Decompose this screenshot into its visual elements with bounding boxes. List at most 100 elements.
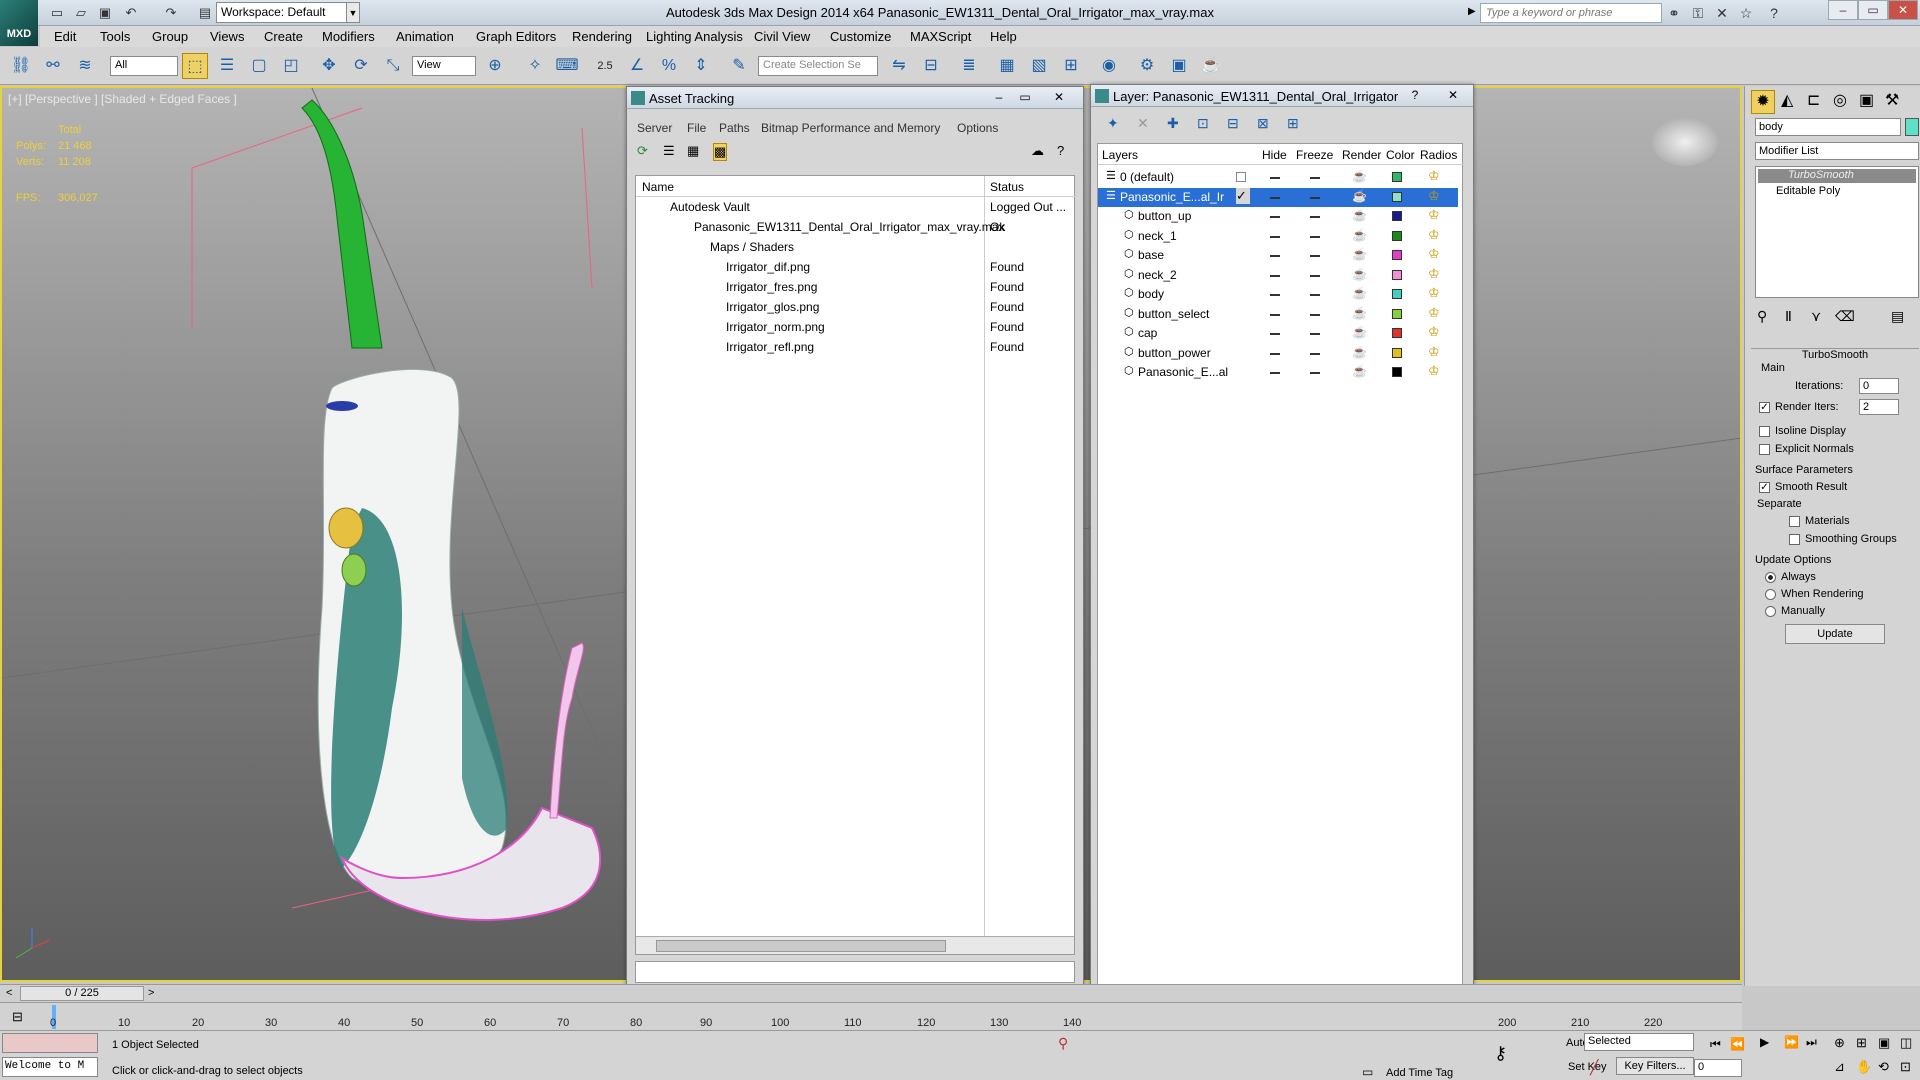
layer-color-swatch[interactable] <box>1392 230 1402 241</box>
key-icon[interactable]: ⚷ <box>1494 1043 1507 1064</box>
list-item[interactable]: Panasonic_EW1311_Dental_Oral_Irrigator_m… <box>694 220 1004 234</box>
smoothing-groups-checkbox[interactable] <box>1789 534 1800 545</box>
close-button[interactable]: ✕ <box>1047 88 1071 106</box>
object-color-swatch[interactable] <box>1905 118 1919 136</box>
goto-end-icon[interactable]: ⏭ <box>1806 1035 1817 1050</box>
configure-sets-icon[interactable]: ▤ <box>1891 308 1904 325</box>
bind-spacewarp-icon[interactable]: ≋ <box>72 53 98 79</box>
subscription-icon[interactable]: ⚿ <box>1688 3 1708 23</box>
freeze-toggle[interactable] <box>1310 372 1320 374</box>
menu-group[interactable]: Group <box>152 29 188 44</box>
render-teapot-icon[interactable]: ☕ <box>1352 364 1367 378</box>
key-filters-button[interactable]: Key Filters... <box>1616 1057 1694 1075</box>
layer-name[interactable]: neck_1 <box>1138 229 1177 243</box>
modifier-stack[interactable]: TurboSmooth Editable Poly <box>1755 166 1919 298</box>
layer-manager-titlebar[interactable]: Layer: Panasonic_EW1311_Dental_Oral_Irri… <box>1091 85 1473 107</box>
rectangular-region-icon[interactable]: ▢ <box>246 53 272 79</box>
layer-row[interactable]: ⬡ neck_1 ☕ ♔ <box>1098 227 1458 246</box>
radiosity-icon[interactable]: ♔ <box>1428 227 1440 243</box>
add-time-tag-icon[interactable]: ▭ <box>1362 1065 1373 1079</box>
asset-menu-options[interactable]: Options <box>957 121 998 135</box>
list-view-icon[interactable]: ☰ <box>663 143 675 159</box>
maxscript-listener-input[interactable]: Welcome to M <box>2 1057 98 1077</box>
select-manipulate-icon[interactable]: ✧ <box>522 53 548 79</box>
current-frame-input[interactable]: 0 <box>1694 1059 1742 1077</box>
layer-name[interactable]: cap <box>1138 326 1157 340</box>
help-icon[interactable]: ? <box>1057 143 1064 158</box>
layer-color-swatch[interactable] <box>1392 172 1402 182</box>
project-folder-icon[interactable]: ▤ <box>196 4 214 22</box>
chevron-left-icon[interactable]: < <box>6 987 12 999</box>
layer-row[interactable]: ⬡ body ☕ ♔ <box>1098 285 1458 304</box>
freeze-toggle[interactable] <box>1310 274 1320 277</box>
column-hide[interactable]: Hide <box>1262 148 1287 162</box>
layer-color-swatch[interactable] <box>1392 347 1402 358</box>
chevron-right-icon[interactable]: ▶ <box>1468 6 1476 17</box>
set-key-button[interactable]: Set Key <box>1568 1061 1607 1073</box>
layer-color-swatch[interactable] <box>1392 367 1402 377</box>
named-selection-set-input[interactable]: Create Selection Se <box>758 56 878 76</box>
menu-views[interactable]: Views <box>210 29 244 44</box>
layer-row[interactable]: ☰ Panasonic_E...al_Ir ✓ ☕ ♔ <box>1098 187 1458 207</box>
asset-menu-file[interactable]: File <box>687 121 706 135</box>
render-teapot-icon[interactable]: ☕ <box>1352 208 1367 222</box>
freeze-toggle[interactable] <box>1310 177 1320 179</box>
materials-checkbox[interactable] <box>1789 516 1800 527</box>
render-teapot-icon[interactable]: ☕ <box>1352 228 1367 242</box>
freeze-toggle[interactable] <box>1310 196 1320 199</box>
layer-row[interactable]: ⬡ cap ☕ ♔ <box>1098 324 1458 343</box>
close-button[interactable]: ✕ <box>1888 0 1918 20</box>
freeze-all-icon[interactable]: ⊞ <box>1287 115 1299 132</box>
column-name[interactable]: Name <box>642 180 674 194</box>
render-teapot-icon[interactable]: ☕ <box>1352 247 1367 261</box>
maximize-viewport-icon[interactable]: ⊡ <box>1900 1059 1911 1075</box>
layer-color-swatch[interactable] <box>1392 211 1402 221</box>
layer-name[interactable]: button_select <box>1138 307 1209 321</box>
render-iters-spinner[interactable]: 2 <box>1859 399 1899 415</box>
selection-filter-select[interactable]: All <box>110 56 178 76</box>
layer-name[interactable]: Panasonic_E...al_Ir <box>1120 190 1224 204</box>
delete-layer-icon[interactable]: ✕ <box>1137 115 1149 132</box>
radiosity-icon[interactable]: ♔ <box>1428 285 1440 301</box>
modifier-list-select[interactable]: Modifier List <box>1755 142 1919 160</box>
hide-toggle[interactable] <box>1270 177 1280 179</box>
hide-toggle[interactable] <box>1270 235 1280 238</box>
favorites-star-icon[interactable]: ☆ <box>1736 3 1756 23</box>
menu-animation[interactable]: Animation <box>396 29 454 44</box>
render-iters-checkbox[interactable]: ✓ <box>1759 402 1770 413</box>
menu-maxscript[interactable]: MAXScript <box>910 29 971 44</box>
percent-snap-icon[interactable]: % <box>656 53 682 79</box>
save-icon[interactable]: ▣ <box>96 4 114 22</box>
layer-name[interactable]: base <box>1138 248 1164 262</box>
open-file-icon[interactable]: ▱ <box>72 4 90 22</box>
mirror-icon[interactable]: ⇋ <box>886 53 912 79</box>
viewcube-icon[interactable] <box>1652 118 1718 166</box>
radiosity-icon[interactable]: ♔ <box>1428 266 1440 282</box>
table-view-icon[interactable]: ▩ <box>713 143 728 161</box>
previous-frame-icon[interactable]: ⏪ <box>1730 1037 1745 1051</box>
list-item[interactable]: Autodesk Vault <box>670 200 750 214</box>
select-by-name-icon[interactable]: ☰ <box>214 53 240 79</box>
menu-graph-editors[interactable]: Graph Editors <box>476 29 556 44</box>
layer-name[interactable]: body <box>1138 287 1164 301</box>
asset-menu-server[interactable]: Server <box>637 121 672 135</box>
stack-item-turbosmooth[interactable]: TurboSmooth <box>1758 169 1916 183</box>
iterations-spinner[interactable]: 0 <box>1859 378 1899 394</box>
time-slider[interactable]: < 0 / 225 > <box>0 984 1742 1002</box>
mini-curve-editor-icon[interactable]: ⊟ <box>12 1009 23 1025</box>
keyboard-shortcut-icon[interactable]: ⌨ <box>554 53 580 79</box>
hide-toggle[interactable] <box>1270 274 1280 277</box>
layer-row[interactable]: ⬡ button_up ☕ ♔ <box>1098 207 1458 226</box>
radiosity-icon[interactable]: ♔ <box>1428 363 1440 379</box>
asset-menu-paths[interactable]: Paths <box>719 121 750 135</box>
orbit-icon[interactable]: ⟲ <box>1878 1059 1889 1075</box>
move-icon[interactable]: ✥ <box>316 53 342 79</box>
menu-lighting-analysis[interactable]: Lighting Analysis <box>646 29 743 44</box>
radiosity-icon[interactable]: ♔ <box>1428 344 1440 360</box>
help-icon[interactable]: ? <box>1403 86 1427 104</box>
hide-toggle[interactable] <box>1270 216 1280 218</box>
maxscript-listener-pink[interactable] <box>2 1033 98 1053</box>
app-logo[interactable]: MXD <box>0 0 38 46</box>
goto-start-icon[interactable]: ⏮ <box>1710 1037 1721 1052</box>
manually-radio[interactable] <box>1765 606 1776 617</box>
